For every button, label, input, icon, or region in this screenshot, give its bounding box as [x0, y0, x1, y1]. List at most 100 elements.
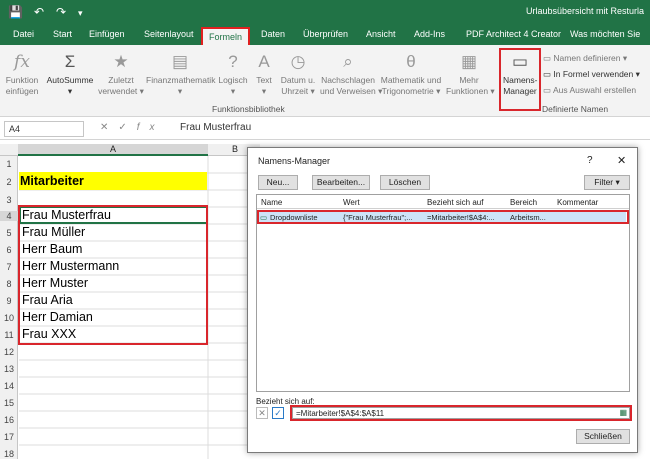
- row-header[interactable]: 9: [0, 296, 18, 306]
- row-header[interactable]: 14: [0, 381, 18, 391]
- confirm-icon[interactable]: ✓: [118, 122, 136, 133]
- close-dialog-button[interactable]: Schließen: [576, 429, 630, 444]
- row-header[interactable]: 4: [0, 211, 18, 221]
- button-label: Uhrzeit ▾: [281, 86, 315, 96]
- employee-range-callout: [18, 205, 208, 345]
- delete-name-button[interactable]: Löschen: [380, 175, 430, 190]
- row-header[interactable]: 2: [0, 177, 18, 187]
- ribbon: fx Funktion einfügen Σ AutoSumme ▾ ★ Zul…: [0, 45, 650, 117]
- row-header[interactable]: 16: [0, 415, 18, 425]
- insert-function-button[interactable]: fx Funktion einfügen: [4, 51, 40, 97]
- col-header-value[interactable]: Wert: [343, 198, 360, 207]
- theta-icon: θ: [406, 52, 416, 71]
- dropdown-row-callout: [257, 210, 629, 224]
- tab-ueberpruefen[interactable]: Überprüfen: [303, 29, 348, 39]
- row-header[interactable]: 18: [0, 449, 18, 459]
- button-label: und Verweisen ▾: [320, 86, 383, 96]
- window-title: Urlaubsübersicht mit Resturla: [525, 6, 644, 16]
- group-label-function-library: Funktionsbibliothek: [212, 104, 285, 114]
- customize-qat-icon[interactable]: ▾: [78, 8, 83, 19]
- close-icon[interactable]: ✕: [617, 154, 626, 167]
- undo-icon[interactable]: ↶: [34, 5, 44, 19]
- use-in-formula-item[interactable]: ▭ In Formel verwenden ▾: [543, 69, 640, 80]
- button-label: Mehr: [459, 75, 479, 85]
- tab-einfuegen[interactable]: Einfügen: [89, 29, 125, 39]
- sigma-icon: Σ: [64, 52, 76, 71]
- row-header[interactable]: 12: [0, 347, 18, 357]
- row-header[interactable]: 17: [0, 432, 18, 442]
- date-time-button[interactable]: ◷ Datum u. Uhrzeit ▾: [279, 51, 317, 97]
- col-header-comment[interactable]: Kommentar: [557, 198, 598, 207]
- autosum-button[interactable]: Σ AutoSumme ▾: [45, 51, 95, 97]
- button-label: Nachschlagen: [321, 75, 375, 85]
- column-header-a[interactable]: A: [18, 144, 208, 156]
- tab-ansicht[interactable]: Ansicht: [366, 29, 396, 39]
- col-header-scope[interactable]: Bereich: [510, 198, 537, 207]
- dialog-title: Namens-Manager: [258, 156, 331, 166]
- name-manager-callout: [499, 48, 541, 111]
- more-functions-button[interactable]: ▦ Mehr Funktionen ▾: [446, 51, 495, 97]
- group-label-defined-names: Definierte Namen: [542, 104, 609, 114]
- col-header-name[interactable]: Name: [261, 198, 282, 207]
- formula-controls: ✕✓fx: [100, 122, 165, 133]
- formula-input[interactable]: Frau Musterfrau: [180, 122, 251, 133]
- create-from-selection-item[interactable]: ▭ Aus Auswahl erstellen: [543, 85, 636, 96]
- tab-add-ins[interactable]: Add-Ins: [414, 29, 445, 39]
- tab-datei[interactable]: Datei: [13, 29, 34, 39]
- tab-pdf-architect[interactable]: PDF Architect 4 Creator: [466, 29, 561, 39]
- ribbon-tabs: Datei Start Einfügen Seitenlayout Formel…: [0, 25, 650, 45]
- button-label: Zuletzt: [108, 75, 134, 85]
- row-header[interactable]: 1: [0, 159, 18, 169]
- fx-icon[interactable]: fx: [137, 122, 165, 133]
- financial-button[interactable]: ▤ Finanzmathematik ▾: [146, 51, 216, 97]
- edit-name-button[interactable]: Bearbeiten...: [312, 175, 370, 190]
- tab-formeln[interactable]: Formeln: [201, 27, 251, 45]
- cancel-edit-icon[interactable]: ✕: [256, 407, 268, 419]
- fx-icon: fx: [14, 52, 30, 72]
- button-label: ▾: [230, 86, 236, 96]
- row-header[interactable]: 15: [0, 398, 18, 408]
- refers-to-callout: [290, 405, 632, 421]
- button-label: Text: [256, 75, 272, 85]
- recently-used-button[interactable]: ★ Zuletzt verwendet ▾: [98, 51, 144, 97]
- menu-label: Namen definieren ▾: [553, 53, 628, 63]
- define-name-item[interactable]: ▭ Namen definieren ▾: [543, 53, 627, 64]
- col-header-refers-to[interactable]: Bezieht sich auf: [427, 198, 483, 207]
- redo-icon[interactable]: ↷: [56, 5, 66, 19]
- confirm-edit-icon[interactable]: ✓: [272, 407, 284, 419]
- tab-daten[interactable]: Daten: [261, 29, 285, 39]
- more-functions-icon: ▦: [460, 52, 478, 71]
- tab-seitenlayout[interactable]: Seitenlayout: [144, 29, 194, 39]
- filter-button[interactable]: Filter ▾: [584, 175, 630, 190]
- name-box[interactable]: A4: [4, 121, 84, 137]
- tab-start[interactable]: Start: [53, 29, 72, 39]
- button-label: ▾: [261, 86, 267, 96]
- cancel-icon[interactable]: ✕: [100, 122, 118, 133]
- row-header[interactable]: 3: [0, 195, 18, 205]
- text-book-icon: A: [258, 52, 270, 71]
- row-header[interactable]: 10: [0, 313, 18, 323]
- math-trig-button[interactable]: θ Mathematik und Trigonometrie ▾: [380, 51, 442, 97]
- save-icon[interactable]: 💾: [8, 5, 23, 19]
- row-header[interactable]: 11: [0, 330, 18, 340]
- logical-button[interactable]: ? Logisch ▾: [217, 51, 249, 97]
- help-icon[interactable]: ?: [587, 155, 593, 166]
- row-header[interactable]: 6: [0, 245, 18, 255]
- row-header[interactable]: 7: [0, 262, 18, 272]
- menu-label: Aus Auswahl erstellen: [552, 85, 637, 95]
- button-label: Funktionen ▾: [446, 86, 495, 96]
- new-name-button[interactable]: Neu...: [258, 175, 298, 190]
- cell-a2[interactable]: Mitarbeiter: [20, 174, 84, 188]
- title-bar: 💾 ↶ ↷ ▾ Urlaubsübersicht mit Resturla: [0, 0, 650, 25]
- button-label: verwendet ▾: [98, 86, 144, 96]
- lookup-reference-button[interactable]: ⌕ Nachschlagen und Verweisen ▾: [320, 51, 382, 97]
- names-list: Name Wert Bezieht sich auf Bereich Komme…: [256, 194, 630, 392]
- text-button[interactable]: A Text ▾: [253, 51, 275, 97]
- row-header[interactable]: 5: [0, 228, 18, 238]
- row-header[interactable]: 13: [0, 364, 18, 374]
- button-label: Finanzmathematik: [146, 75, 216, 85]
- tab-tell-me[interactable]: Was möchten Sie: [570, 29, 640, 39]
- button-label: ▾: [67, 86, 73, 96]
- button-label: AutoSumme: [46, 75, 94, 85]
- row-header[interactable]: 8: [0, 279, 18, 289]
